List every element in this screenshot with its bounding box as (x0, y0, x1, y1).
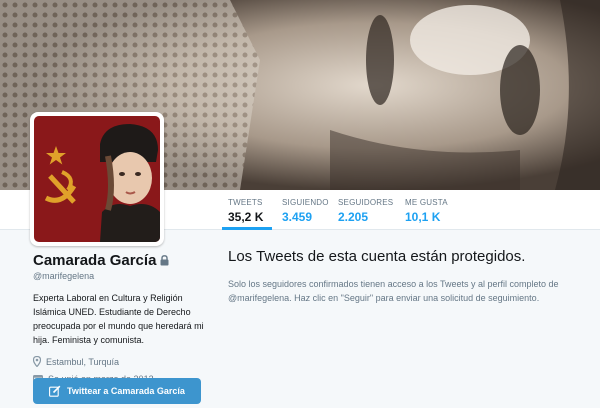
profile-bio: Experta Laboral en Cultura y Religión Is… (33, 293, 204, 345)
profile-photo (34, 116, 160, 242)
protected-notice: Los Tweets de esta cuenta están protegid… (228, 248, 573, 305)
lock-icon (160, 255, 169, 266)
stat-label: TWEETS (228, 198, 263, 207)
protected-body: Solo los seguidores confirmados tienen a… (228, 279, 559, 303)
name-row: Camarada García (33, 252, 208, 269)
location-pin-icon (33, 356, 41, 367)
stat-value: 2.205 (338, 210, 369, 224)
profile-handle[interactable]: @marifegelena (33, 271, 208, 281)
stat-value: 3.459 (282, 210, 313, 224)
stat-following[interactable]: SIGUIENDO 3.459 (282, 190, 342, 230)
stat-tweets[interactable]: TWEETS 35,2 K (222, 190, 272, 230)
tweet-to-label: Twittear a Camarada García (67, 386, 185, 396)
profile-card: Camarada García @marifegelena Experta La… (33, 252, 208, 387)
stat-label: ME GUSTA (405, 198, 448, 207)
profile-location: Estambul, Turquía (46, 356, 120, 367)
protected-title: Los Tweets de esta cuenta están protegid… (228, 248, 526, 265)
stat-label: SIGUIENDO (282, 198, 329, 207)
stat-label: SEGUIDORES (338, 198, 394, 207)
avatar[interactable] (30, 112, 164, 246)
stat-likes[interactable]: ME GUSTA 10,1 K (405, 190, 465, 230)
profile-name[interactable]: Camarada García (33, 252, 156, 269)
stat-value: 10,1 K (405, 210, 441, 224)
tweet-to-button[interactable]: Twittear a Camarada García (33, 378, 201, 404)
stat-followers[interactable]: SEGUIDORES 2.205 (338, 190, 398, 230)
location-row: Estambul, Turquía (33, 353, 208, 370)
compose-icon (49, 385, 61, 397)
stat-value: 35,2 K (228, 210, 264, 224)
